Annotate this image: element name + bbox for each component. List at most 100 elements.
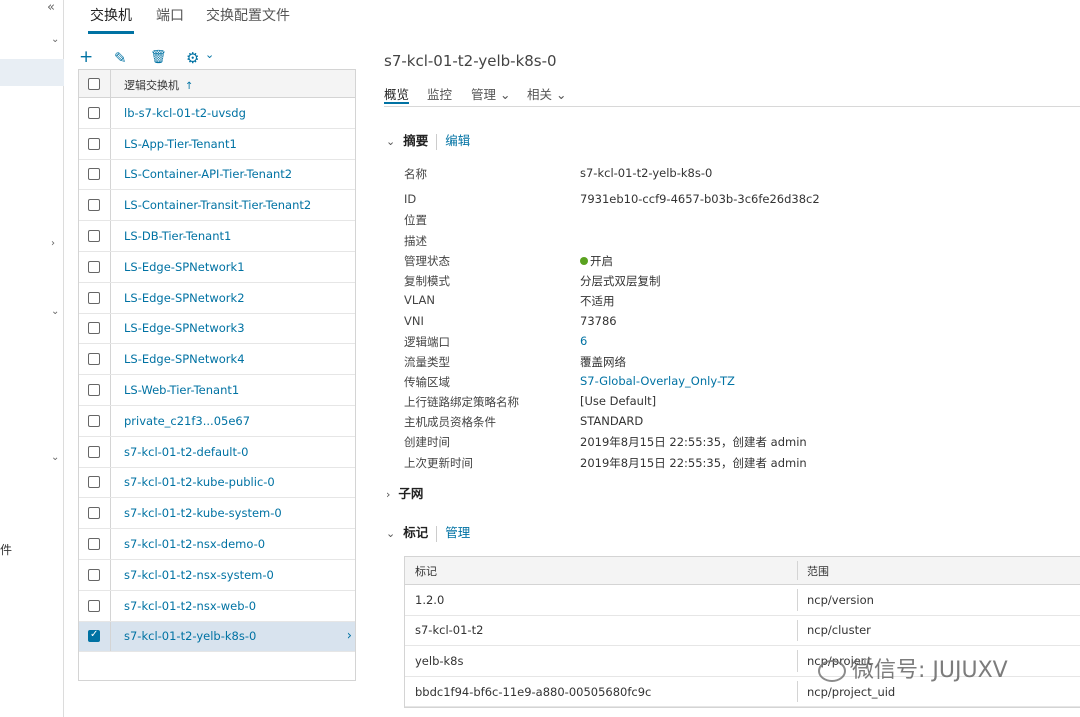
logical-switch-link[interactable]: s7-kcl-01-t2-nsx-system-0 [124, 568, 274, 582]
logical-switch-link[interactable]: s7-kcl-01-t2-default-0 [124, 445, 248, 459]
list-item[interactable]: s7-kcl-01-t2-kube-system-0 [79, 498, 355, 530]
column-header-scope[interactable]: 范围 [807, 563, 829, 579]
chevron-down-icon[interactable]: ⌄ [51, 34, 59, 45]
logical-switch-link[interactable]: s7-kcl-01-t2-kube-system-0 [124, 506, 282, 520]
delete-icon[interactable]: 🗑 [150, 50, 167, 65]
list-item[interactable]: s7-kcl-01-t2-nsx-system-0 [79, 559, 355, 591]
row-checkbox[interactable] [88, 168, 100, 181]
list-item[interactable]: s7-kcl-01-t2-nsx-web-0 [79, 590, 355, 622]
summary-label[interactable]: 摘要 [403, 133, 428, 148]
list-item[interactable]: LS-DB-Tier-Tenant1 [79, 221, 355, 252]
collapse-nav-icon[interactable]: « [47, 0, 55, 15]
row-checkbox[interactable] [88, 291, 100, 304]
row-checkbox[interactable] [88, 445, 100, 458]
row-checkbox[interactable] [88, 599, 100, 612]
nav-selected-item[interactable] [0, 59, 64, 86]
property-value: s7-kcl-01-t2-yelb-k8s-0 [580, 166, 713, 180]
list-item[interactable]: s7-kcl-01-t2-default-0 [79, 436, 355, 468]
tags-label[interactable]: 标记 [403, 525, 428, 540]
chevron-down-icon[interactable]: ⌄ [205, 48, 214, 61]
tab-switching-profiles[interactable]: 交换配置文件 [206, 5, 290, 25]
logical-switch-link[interactable]: LS-DB-Tier-Tenant1 [124, 229, 231, 243]
column-divider [110, 313, 111, 344]
logical-switch-link[interactable]: LS-Edge-SPNetwork3 [124, 321, 245, 335]
logical-switch-link[interactable]: LS-Edge-SPNetwork2 [124, 291, 245, 305]
chevron-down-icon[interactable]: ⌄ [51, 306, 59, 317]
tag-cell: yelb-k8s [415, 653, 464, 668]
logical-switch-link[interactable]: private_c21f3...05e67 [124, 414, 250, 428]
list-item[interactable]: s7-kcl-01-t2-yelb-k8s-0 › [79, 621, 355, 653]
list-item[interactable]: LS-Edge-SPNetwork4 [79, 344, 355, 376]
logical-switch-link[interactable]: s7-kcl-01-t2-yelb-k8s-0 [124, 629, 256, 643]
property-label: 管理状态 [404, 254, 450, 268]
tab-related[interactable]: 相关 ⌄ [527, 84, 566, 103]
row-checkbox[interactable] [88, 538, 100, 551]
tab-ports[interactable]: 端口 [156, 5, 184, 25]
select-all-checkbox[interactable] [88, 77, 100, 90]
logical-switch-list: 逻辑交换机 ↑ lb-s7-kcl-01-t2-uvsdg LS-App-Tier-… [78, 69, 356, 681]
logical-switch-link[interactable]: LS-Web-Tier-Tenant1 [124, 383, 239, 397]
logical-switch-link[interactable]: LS-Container-Transit-Tier-Tenant2 [124, 198, 311, 212]
row-checkbox[interactable] [88, 260, 100, 273]
list-item[interactable]: LS-Edge-SPNetwork1 [79, 251, 355, 283]
logical-switch-link[interactable]: LS-Container-API-Tier-Tenant2 [124, 167, 292, 181]
list-item[interactable]: private_c21f3...05e67 [79, 405, 355, 437]
gear-icon[interactable]: ⚙ [186, 49, 199, 67]
logical-switch-link[interactable]: lb-s7-kcl-01-t2-uvsdg [124, 106, 246, 120]
column-header-logical-switch[interactable]: 逻辑交换机 ↑ [124, 77, 193, 93]
chevron-down-icon[interactable]: ⌄ [51, 452, 59, 463]
table-row: s7-kcl-01-t2 ncp/cluster [405, 616, 1080, 647]
tab-overview[interactable]: 概览 [384, 84, 410, 104]
list-item[interactable]: LS-App-Tier-Tenant1 [79, 128, 355, 160]
row-checkbox[interactable] [88, 476, 100, 489]
sort-ascending-icon[interactable]: ↑ [185, 81, 193, 92]
row-checkbox[interactable] [88, 137, 100, 150]
logical-switch-link[interactable]: s7-kcl-01-t2-nsx-web-0 [124, 599, 256, 613]
column-header-tag[interactable]: 标记 [415, 563, 437, 579]
list-item[interactable]: LS-Container-Transit-Tier-Tenant2 [79, 190, 355, 222]
logical-switch-link[interactable]: s7-kcl-01-t2-kube-public-0 [124, 475, 275, 489]
list-item[interactable]: LS-Edge-SPNetwork3 [79, 313, 355, 345]
chevron-right-icon[interactable]: › [347, 629, 352, 644]
edit-link[interactable]: 编辑 [445, 133, 470, 148]
nav-item-label[interactable]: 件 [0, 541, 12, 558]
summary-section-header: ⌄ 摘要 编辑 [386, 130, 470, 150]
row-checkbox[interactable] [88, 106, 100, 119]
list-item[interactable]: lb-s7-kcl-01-t2-uvsdg [79, 98, 355, 129]
property-value[interactable]: 6 [580, 334, 587, 348]
list-item[interactable]: LS-Container-API-Tier-Tenant2 [79, 159, 355, 191]
row-checkbox[interactable] [88, 199, 100, 212]
subnet-label[interactable]: 子网 [398, 486, 423, 501]
column-divider [110, 221, 111, 251]
manage-link[interactable]: 管理 [445, 525, 470, 540]
logical-switch-link[interactable]: s7-kcl-01-t2-nsx-demo-0 [124, 537, 265, 551]
subnet-section-header[interactable]: › 子网 [386, 483, 423, 502]
chevron-right-icon[interactable]: › [51, 238, 55, 249]
row-checkbox[interactable] [88, 507, 100, 520]
tab-manage[interactable]: 管理 ⌄ [471, 84, 510, 103]
logical-switch-link[interactable]: LS-Edge-SPNetwork1 [124, 260, 245, 274]
table-row: 1.2.0 ncp/version [405, 585, 1080, 616]
row-checkbox[interactable] [88, 414, 100, 427]
row-checkbox[interactable] [88, 322, 100, 335]
chevron-down-icon[interactable]: ⌄ [386, 135, 395, 148]
row-checkbox[interactable] [88, 568, 100, 581]
list-header: 逻辑交换机 ↑ [79, 70, 355, 98]
row-checkbox[interactable] [88, 353, 100, 366]
list-item[interactable]: s7-kcl-01-t2-nsx-demo-0 [79, 529, 355, 560]
logical-switch-link[interactable]: LS-App-Tier-Tenant1 [124, 137, 237, 151]
row-checkbox[interactable] [88, 230, 100, 243]
logical-switch-link[interactable]: LS-Edge-SPNetwork4 [124, 352, 245, 366]
tab-switches[interactable]: 交换机 [88, 5, 134, 34]
add-icon[interactable]: + [79, 47, 93, 67]
list-item[interactable]: s7-kcl-01-t2-kube-public-0 [79, 467, 355, 499]
edit-icon[interactable]: ✎ [114, 49, 127, 67]
tab-monitor[interactable]: 监控 [427, 84, 452, 103]
chevron-right-icon[interactable]: › [386, 488, 390, 501]
list-item[interactable]: LS-Edge-SPNetwork2 [79, 282, 355, 314]
row-checkbox[interactable] [88, 629, 100, 643]
property-value[interactable]: S7-Global-Overlay_Only-TZ [580, 374, 735, 388]
chevron-down-icon[interactable]: ⌄ [386, 527, 395, 540]
row-checkbox[interactable] [88, 384, 100, 397]
list-item[interactable]: LS-Web-Tier-Tenant1 [79, 375, 355, 406]
